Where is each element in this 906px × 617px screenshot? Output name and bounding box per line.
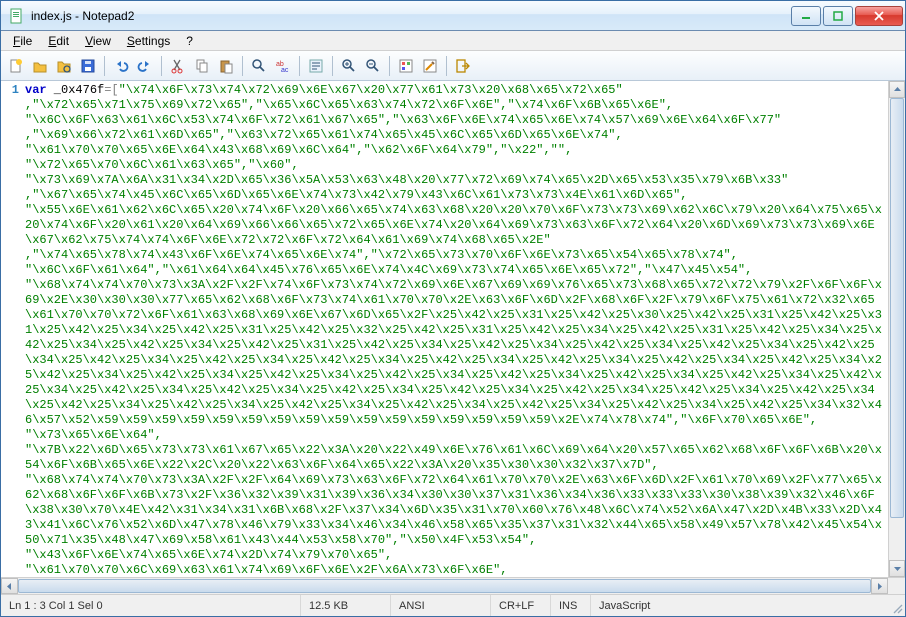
window-title: index.js - Notepad2 <box>31 9 789 23</box>
status-position: Ln 1 : 3 Col 1 Sel 0 <box>1 595 301 616</box>
new-icon[interactable] <box>5 55 27 77</box>
scroll-right-icon[interactable] <box>871 578 888 594</box>
scroll-track[interactable] <box>889 98 905 560</box>
scroll-corner <box>888 578 905 594</box>
menu-settings[interactable]: Settings <box>119 32 178 50</box>
toolbar-sep <box>299 56 300 76</box>
menu-edit[interactable]: Edit <box>40 32 77 50</box>
app-icon <box>9 8 25 24</box>
keyword-var: var <box>25 83 47 97</box>
app-window: index.js - Notepad2 File Edit View Setti… <box>0 0 906 617</box>
line-number: 1 <box>1 83 19 97</box>
line-number-gutter: 1 <box>1 81 23 577</box>
editor[interactable]: 1 var _0x476f=["\x74\x6F\x73\x74\x72\x69… <box>1 81 905 577</box>
status-encoding[interactable]: ANSI <box>391 595 491 616</box>
status-eol[interactable]: CR+LF <box>491 595 551 616</box>
cut-icon[interactable] <box>167 55 189 77</box>
titlebar[interactable]: index.js - Notepad2 <box>1 1 905 31</box>
undo-icon[interactable] <box>110 55 132 77</box>
menu-help[interactable]: ? <box>178 32 201 50</box>
code-content[interactable]: var _0x476f=["\x74\x6F\x73\x74\x72\x69\x… <box>23 81 888 577</box>
identifier: _0x476f <box>47 83 105 97</box>
svg-text:ac: ac <box>281 67 289 74</box>
resize-grip-icon[interactable] <box>887 595 905 616</box>
open-icon[interactable] <box>29 55 51 77</box>
scheme-icon[interactable] <box>395 55 417 77</box>
replace-icon[interactable]: abac <box>272 55 294 77</box>
status-language[interactable]: JavaScript <box>591 595 887 616</box>
toolbar-sep <box>389 56 390 76</box>
close-button[interactable] <box>855 6 903 26</box>
menubar: File Edit View Settings ? <box>1 31 905 51</box>
zoom-out-icon[interactable] <box>362 55 384 77</box>
toolbar-sep <box>332 56 333 76</box>
copy-icon[interactable] <box>191 55 213 77</box>
toolbar-sep <box>242 56 243 76</box>
toolbar-sep <box>161 56 162 76</box>
browse-icon[interactable] <box>53 55 75 77</box>
scroll-h-track[interactable] <box>18 578 871 594</box>
minimize-button[interactable] <box>791 6 821 26</box>
toolbar: abac <box>1 51 905 81</box>
toolbar-sep <box>446 56 447 76</box>
status-mode[interactable]: INS <box>551 595 591 616</box>
vertical-scrollbar[interactable] <box>888 81 905 577</box>
paste-icon[interactable] <box>215 55 237 77</box>
status-size: 12.5 KB <box>301 595 391 616</box>
zoom-in-icon[interactable] <box>338 55 360 77</box>
scroll-h-thumb[interactable] <box>18 579 871 593</box>
horizontal-scrollbar[interactable] <box>1 577 905 594</box>
maximize-button[interactable] <box>823 6 853 26</box>
toolbar-sep <box>104 56 105 76</box>
scroll-down-icon[interactable] <box>889 560 905 577</box>
exit-icon[interactable] <box>452 55 474 77</box>
customize-icon[interactable] <box>419 55 441 77</box>
word-wrap-icon[interactable] <box>305 55 327 77</box>
find-icon[interactable] <box>248 55 270 77</box>
menu-view[interactable]: View <box>77 32 119 50</box>
scroll-left-icon[interactable] <box>1 578 18 594</box>
save-icon[interactable] <box>77 55 99 77</box>
string-array: "\x74\x6F\x73\x74\x72\x69\x6E\x67\x20\x7… <box>25 83 882 577</box>
scroll-thumb[interactable] <box>890 98 904 518</box>
statusbar: Ln 1 : 3 Col 1 Sel 0 12.5 KB ANSI CR+LF … <box>1 594 905 616</box>
scroll-up-icon[interactable] <box>889 81 905 98</box>
redo-icon[interactable] <box>134 55 156 77</box>
window-controls <box>789 6 903 26</box>
bracket-open: [ <box>111 83 118 97</box>
menu-file[interactable]: File <box>5 32 40 50</box>
